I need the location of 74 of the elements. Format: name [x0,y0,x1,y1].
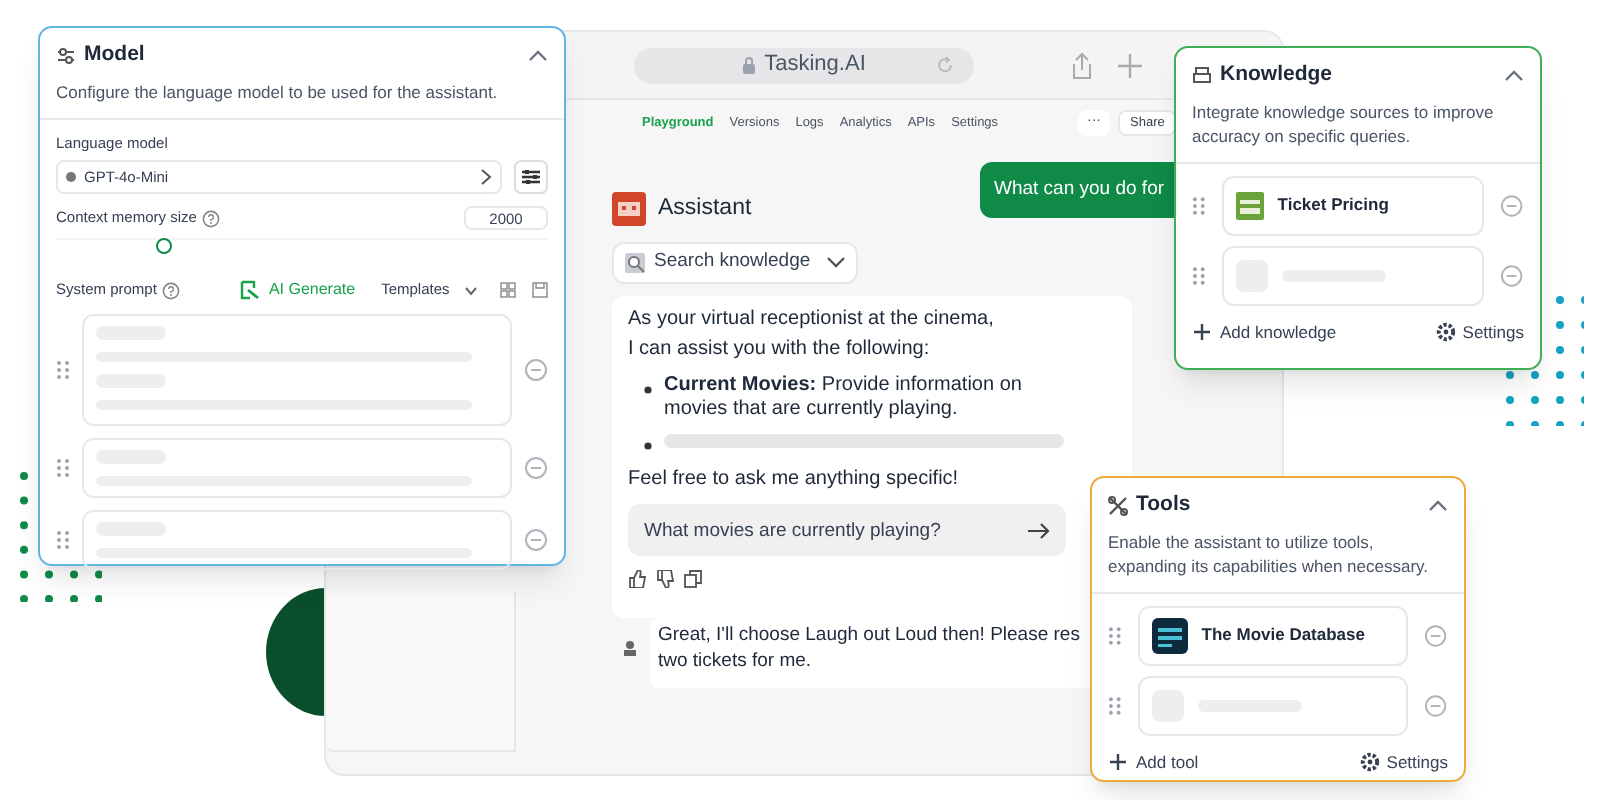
model-icon [66,172,76,182]
slider-thumb[interactable] [156,238,173,254]
half-circle-drawing [266,588,326,716]
arrow-right-icon [1028,521,1050,539]
settings-icon [1360,752,1381,773]
drag-handle-icon[interactable] [1108,695,1122,716]
panel-description: Configure the language model to be used for the assistant. [56,79,500,104]
drag-handle-icon[interactable] [56,530,70,550]
panel-title: Knowledge [1220,60,1333,90]
chevron-down-icon [826,256,847,270]
chevron-right-icon [480,168,492,186]
remove-icon[interactable] [1424,623,1449,648]
reload-icon [936,56,954,74]
chevron-down-icon [463,285,478,295]
address-bar[interactable]: Tasking.AI [634,47,974,83]
reply-text: I can assist you with the following: [628,336,932,364]
drag-handle-icon[interactable] [56,360,70,380]
sliders-icon[interactable] [514,160,548,194]
panel-title: Tools [1136,490,1191,520]
assistant-name: Assistant [658,194,752,224]
help-icon [162,281,181,299]
reply-text: As your virtual receptionist at the cinema, [628,306,996,334]
add-button[interactable]: Add knowledge [1192,319,1337,345]
list-item[interactable]: The Movie Database [1137,605,1409,666]
drag-handle-icon[interactable] [1108,625,1122,646]
remove-icon[interactable] [1424,693,1449,718]
drag-handle-icon[interactable] [1192,195,1206,216]
panel-description: Enable the assistant to utilize tools, expanding its capabilities when necessary. [1108,529,1431,578]
suggestion-button[interactable]: What movies are currently playing? [628,504,1066,556]
share-icon[interactable] [1070,52,1094,80]
tools-icon [1108,495,1128,516]
remove-icon[interactable] [524,528,548,552]
plus-icon [1108,752,1128,773]
plus-icon [1192,322,1212,343]
slider-track[interactable] [56,238,548,258]
address-text: Tasking.AI [764,50,866,81]
database-icon [1192,66,1212,85]
drag-handle-icon[interactable] [1192,265,1206,286]
collapse-icon[interactable] [1428,498,1448,513]
dot-pattern-drawing [18,470,102,602]
drag-handle-icon[interactable] [56,458,70,478]
app-tile-icon [1151,617,1188,654]
bullet-icon [644,442,652,450]
collapse-icon[interactable] [528,48,548,63]
magic-pen-icon [240,280,261,300]
plus-icon[interactable] [1118,54,1142,78]
settings-button[interactable]: Settings [1436,319,1524,345]
settings-icon [1436,322,1457,343]
reply-text: Feel free to ask me anything specific! [628,466,961,494]
panel-description: Integrate knowledge sources to improve accuracy on specific queries. [1192,99,1496,148]
remove-icon[interactable] [524,456,548,480]
thumbs-up-icon[interactable] [628,570,646,588]
assistant-avatar-icon [612,192,646,227]
search-document-icon [624,252,646,274]
thumbs-down-icon[interactable] [656,570,674,588]
spreadsheet-icon [1235,191,1264,220]
sliders-icon [56,45,76,66]
remove-icon[interactable] [1500,263,1524,288]
settings-button[interactable]: Settings [1360,749,1448,775]
panel-title: Model [84,40,145,70]
lock-icon [742,56,757,74]
remove-icon[interactable] [1500,193,1524,218]
bullet-text: Current Movies: Provide information on movies that are currently playing. [664,374,1024,422]
user-icon [622,640,638,656]
grid-icon[interactable] [499,282,516,298]
knowledge-dropdown[interactable]: Search knowledge [612,242,859,284]
add-button[interactable]: Add tool [1108,749,1199,775]
remove-icon[interactable] [524,358,548,382]
copy-icon[interactable] [684,570,702,588]
bullet-icon [644,386,652,394]
collapse-icon[interactable] [1504,68,1524,83]
help-icon [202,209,221,227]
save-icon[interactable] [531,282,548,298]
list-item[interactable]: Ticket Pricing [1221,175,1485,236]
